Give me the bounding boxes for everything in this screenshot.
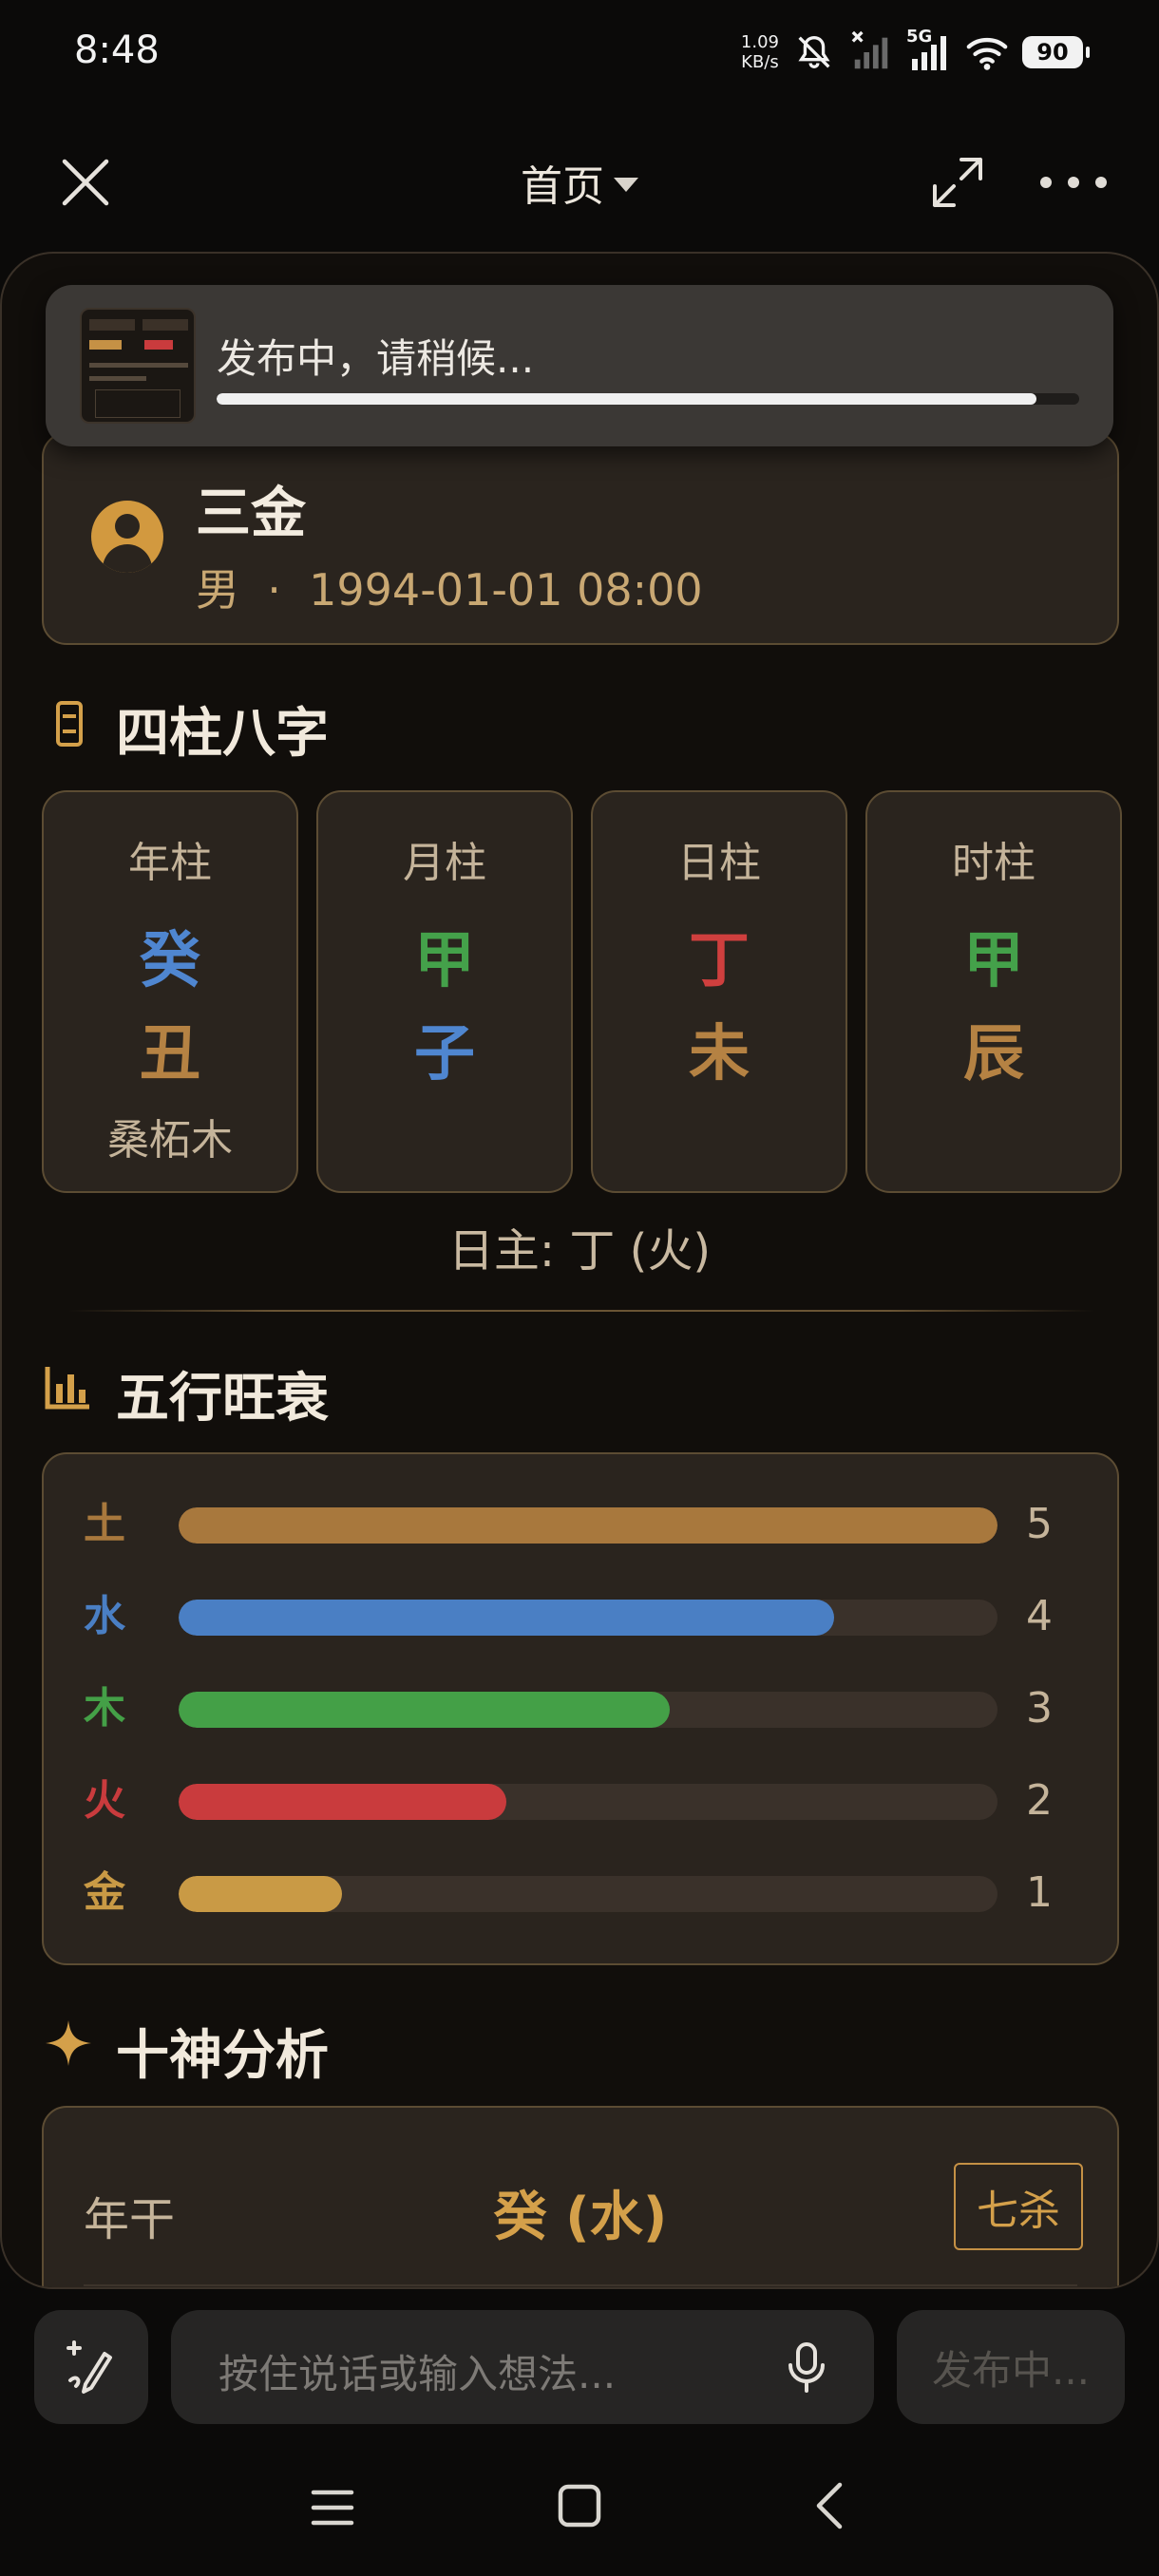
- mute-icon: [798, 35, 830, 69]
- wuxing-row: 木 3: [44, 1680, 1117, 1737]
- wuxing-row: 火 2: [44, 1772, 1117, 1829]
- net-speed-value: 1.09: [740, 32, 779, 52]
- pillar-hour: 时柱 甲 辰: [865, 790, 1122, 1193]
- shishen-tag: 七杀: [954, 2163, 1083, 2250]
- wuxing-count: 3: [1026, 1684, 1053, 1733]
- post-thumbnail: [80, 308, 196, 424]
- wuxing-count: 1: [1026, 1868, 1053, 1917]
- sparkle-icon: [46, 2020, 91, 2066]
- net-speed-unit: KB/s: [741, 52, 779, 72]
- wuxing-bar-fill: [179, 1600, 834, 1636]
- divider: [68, 1310, 1094, 1312]
- wuxing-bar-track: [179, 1692, 998, 1728]
- publish-label[interactable]: 发布中...: [932, 2339, 1090, 2396]
- avatar-icon: [91, 501, 163, 573]
- wuxing-label: 水: [84, 1592, 125, 1640]
- wuxing-label: 木: [84, 1684, 125, 1733]
- wuxing-bar-fill: [179, 1692, 671, 1728]
- pillar-day: 日柱 丁 未: [591, 790, 847, 1193]
- toast-progress-track: [217, 393, 1079, 405]
- profile-gender: 男: [196, 564, 239, 616]
- pillar-branch: 子: [414, 1019, 475, 1089]
- profile-card: 三金 男 · 1994-01-01 08:00: [42, 432, 1119, 645]
- pillar-month: 月柱 甲 子: [316, 790, 573, 1193]
- expand-icon[interactable]: [929, 154, 986, 211]
- wuxing-row: 水 4: [44, 1588, 1117, 1645]
- wifi-icon: [966, 37, 1008, 70]
- pillar-label: 年柱: [128, 839, 212, 887]
- page-title[interactable]: 首页: [521, 152, 604, 213]
- magic-pen-icon[interactable]: [61, 2337, 122, 2397]
- input-placeholder[interactable]: 按住说话或输入想法...: [218, 2342, 616, 2400]
- wuxing-bar-track: [179, 1600, 998, 1636]
- bar-chart-icon: [45, 1367, 89, 1410]
- microphone-icon[interactable]: [781, 2340, 832, 2394]
- wuxing-bar-fill: [179, 1784, 506, 1820]
- wuxing-count: 2: [1026, 1776, 1053, 1825]
- magic-pen-button[interactable]: [34, 2310, 148, 2424]
- wuxing-count: 4: [1026, 1592, 1053, 1640]
- wuxing-card: 土 5 水 4 木 3 火 2 金 1: [42, 1452, 1119, 1965]
- more-icon[interactable]: [1040, 161, 1107, 203]
- profile-birth: 1994-01-01 08:00: [309, 564, 703, 616]
- wuxing-bar-fill: [179, 1876, 343, 1912]
- net-speed: 1.09 KB/s: [741, 32, 779, 72]
- message-input[interactable]: 按住说话或输入想法...: [171, 2310, 874, 2424]
- shishen-card: 年干 癸 (水) 七杀: [42, 2106, 1119, 2287]
- home-icon[interactable]: [558, 2484, 601, 2528]
- pillar-stem: 癸: [140, 926, 200, 996]
- pillar-nayin: 桑柘木: [107, 1116, 233, 1165]
- shishen-tag-label: 七杀: [977, 2187, 1060, 2235]
- pillar-section-icon: [56, 701, 83, 747]
- pillar-label: 时柱: [952, 839, 1036, 887]
- pillar-stem: 甲: [414, 926, 475, 996]
- wuxing-bar-track: [179, 1507, 998, 1544]
- wuxing-count: 5: [1026, 1500, 1053, 1548]
- pillar-branch: 辰: [963, 1019, 1024, 1089]
- status-icons: 1.09 KB/s 5G 90: [741, 25, 1090, 80]
- publish-button[interactable]: 发布中...: [897, 2310, 1125, 2424]
- toast-text: 发布中，请稍候...: [217, 335, 535, 382]
- day-master: 日主: 丁 (火): [447, 1224, 712, 1278]
- wuxing-row: 土 5: [44, 1496, 1117, 1553]
- divider: [84, 2284, 1077, 2286]
- meta-separator: ·: [267, 564, 281, 616]
- wuxing-row: 金 1: [44, 1865, 1117, 1922]
- publishing-toast: 发布中，请稍候...: [46, 285, 1113, 446]
- signal-5g-icon: 5G: [906, 27, 952, 74]
- back-icon[interactable]: [806, 2481, 855, 2530]
- recents-icon[interactable]: [310, 2485, 355, 2530]
- webview-frame: 三金 男 · 1994-01-01 08:00 四柱八字 年柱 癸 丑 桑柘木 …: [0, 252, 1159, 2289]
- status-time: 8:48: [74, 28, 160, 72]
- battery-icon: 90: [1022, 36, 1090, 68]
- section-title-wuxing: 五行旺衰: [116, 1368, 329, 1430]
- profile-meta: 男 · 1994-01-01 08:00: [196, 556, 703, 618]
- pillar-stem: 丁: [689, 926, 750, 996]
- pillar-stem: 甲: [963, 926, 1024, 996]
- pillar-label: 月柱: [403, 839, 486, 887]
- profile-name: 三金: [196, 481, 307, 545]
- chevron-down-icon[interactable]: [614, 177, 638, 192]
- toast-progress-fill: [217, 393, 1036, 405]
- wuxing-label: 土: [84, 1500, 125, 1548]
- battery-level: 90: [1036, 39, 1069, 66]
- signal-nosim-icon: [851, 30, 888, 69]
- pillar-branch: 丑: [140, 1019, 200, 1089]
- wuxing-bar-fill: [179, 1507, 998, 1544]
- wuxing-bar-track: [179, 1876, 998, 1912]
- section-title-bazi: 四柱八字: [116, 703, 329, 765]
- wuxing-label: 金: [84, 1868, 125, 1917]
- pillar-label: 日柱: [677, 839, 761, 887]
- wuxing-bar-track: [179, 1784, 998, 1820]
- pillar-branch: 未: [689, 1019, 750, 1089]
- pillar-year: 年柱 癸 丑 桑柘木: [42, 790, 298, 1193]
- wuxing-label: 火: [84, 1776, 125, 1825]
- section-title-shishen: 十神分析: [116, 2025, 329, 2087]
